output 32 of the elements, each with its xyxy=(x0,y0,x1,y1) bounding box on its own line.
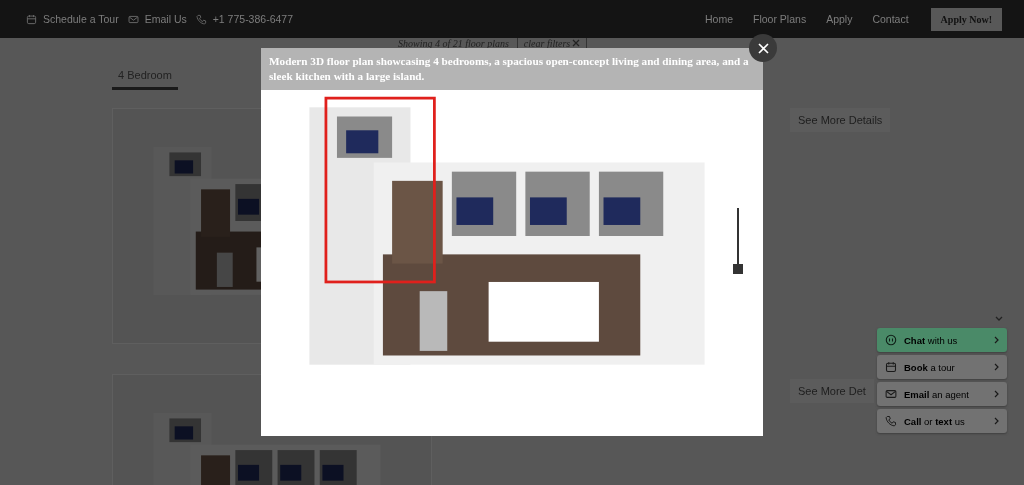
contact-option[interactable]: Email an agent xyxy=(877,382,1007,406)
image-caption: Modern 3D floor plan showcasing 4 bedrooms, a spacious open-concept living and dining area, and a sleek kitchen with a large island. xyxy=(261,48,763,90)
contact-option[interactable]: Book a tour xyxy=(877,355,1007,379)
details-button[interactable]: See More Det xyxy=(790,379,874,403)
nav-link[interactable]: Home xyxy=(705,13,734,25)
close-button[interactable] xyxy=(749,34,777,62)
nav-link[interactable]: Apply xyxy=(826,13,853,25)
close-icon xyxy=(757,42,769,54)
mail-icon xyxy=(127,13,139,25)
apply-now-button[interactable]: Apply Now! xyxy=(930,7,1002,31)
chevron-icon[interactable] xyxy=(995,316,1003,322)
contact-option[interactable]: Call or text us xyxy=(877,409,1007,433)
chevron-icon xyxy=(994,363,999,371)
chevron-icon xyxy=(994,336,999,344)
header-link[interactable]: +1 775-386-6477 xyxy=(212,13,293,25)
zoom-slider[interactable] xyxy=(733,208,743,274)
nav-link[interactable]: Floor Plans xyxy=(753,13,807,25)
slider-thumb[interactable] xyxy=(733,264,743,274)
chevron-icon xyxy=(994,417,999,425)
nav-link[interactable]: Contact xyxy=(872,13,909,25)
mail-icon xyxy=(885,388,897,400)
header-link[interactable]: Schedule a Tour xyxy=(43,13,119,25)
phone-icon xyxy=(195,13,207,25)
calendar-icon xyxy=(885,361,897,373)
chat-icon xyxy=(885,334,897,346)
calendar-icon xyxy=(26,13,37,25)
contact-option[interactable]: Chat with us xyxy=(877,328,1007,352)
chevron-icon xyxy=(994,390,999,398)
header-link[interactable]: Email Us xyxy=(144,13,187,25)
phone-icon xyxy=(885,415,897,427)
close-icon[interactable] xyxy=(572,39,581,47)
details-button[interactable]: See More Details xyxy=(790,108,891,132)
